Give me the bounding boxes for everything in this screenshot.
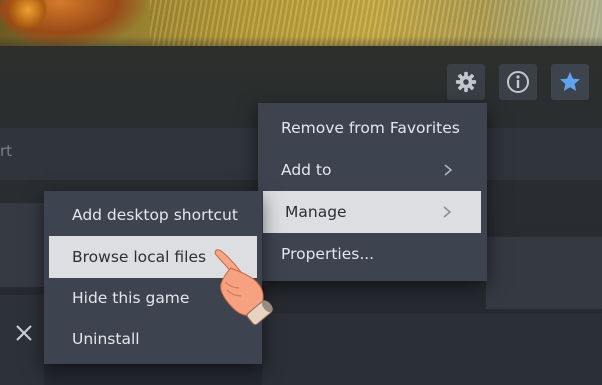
menu-item-label: Manage xyxy=(285,203,347,221)
info-icon xyxy=(507,71,529,93)
menu-item-label: Remove from Favorites xyxy=(281,119,460,137)
info-button[interactable] xyxy=(499,64,537,100)
close-icon[interactable] xyxy=(14,323,34,343)
menu-item-label: Uninstall xyxy=(72,330,140,348)
favorite-button[interactable] xyxy=(551,64,589,100)
menu-item-remove-favorites[interactable]: Remove from Favorites xyxy=(258,107,487,149)
context-menu: Remove from Favorites Add to Manage Prop… xyxy=(258,103,487,281)
menu-item-add-desktop-shortcut[interactable]: Add desktop shortcut xyxy=(44,194,262,236)
menu-item-manage[interactable]: Manage xyxy=(263,191,481,233)
right-panel xyxy=(486,237,602,309)
hand-pointer-icon xyxy=(214,249,273,326)
menu-item-properties[interactable]: Properties... xyxy=(258,233,487,275)
chevron-right-icon xyxy=(444,164,453,176)
left-panel xyxy=(0,203,44,287)
menu-item-label: Add to xyxy=(281,161,332,179)
chevron-right-icon xyxy=(443,206,452,218)
menu-item-add-to[interactable]: Add to xyxy=(258,149,487,191)
bottom-panel xyxy=(262,313,602,385)
settings-button[interactable] xyxy=(447,64,485,100)
menu-item-label: Properties... xyxy=(281,245,375,263)
menu-item-label: Add desktop shortcut xyxy=(72,206,238,224)
star-icon xyxy=(560,72,580,91)
game-hero-artwork xyxy=(0,0,602,46)
menu-item-label: Hide this game xyxy=(72,289,190,307)
play-bar-label: rt xyxy=(0,142,13,160)
gear-icon xyxy=(455,71,477,93)
menu-item-label: Browse local files xyxy=(72,248,207,266)
